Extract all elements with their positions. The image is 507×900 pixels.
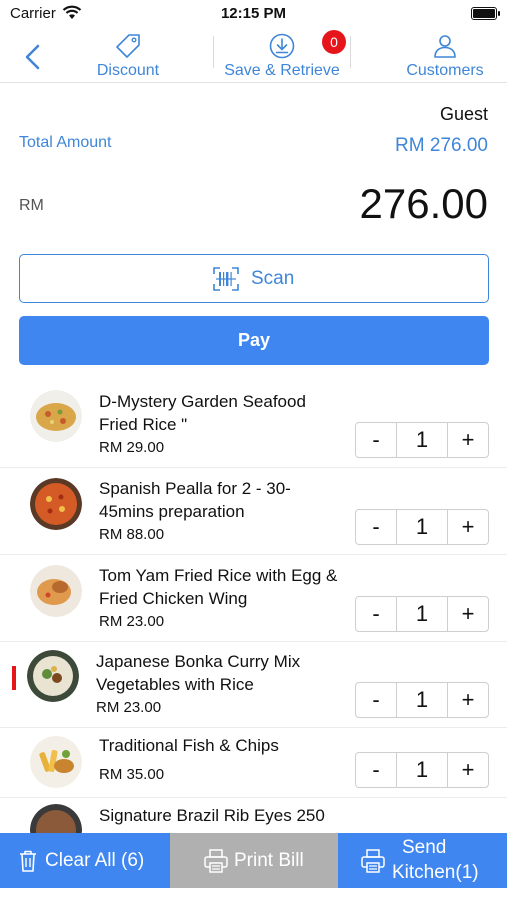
quantity-stepper[interactable]: - 1 +	[355, 509, 489, 545]
order-item[interactable]: Signature Brazil Rib Eyes 250	[0, 798, 507, 833]
currency-label: RM	[19, 197, 44, 214]
order-item[interactable]: Japanese Bonka Curry Mix Vegetables with…	[0, 642, 507, 728]
discount-label: Discount	[96, 62, 160, 79]
item-name: Japanese Bonka Curry Mix Vegetables with…	[96, 652, 301, 694]
quantity-stepper[interactable]: - 1 +	[355, 682, 489, 718]
nav-bar: Discount Save & Retrieve 0 Customers	[0, 28, 507, 83]
item-name: D-Mystery Garden Seafood Fried Rice "	[99, 392, 306, 434]
order-item[interactable]: Traditional Fish & Chips RM 35.00 - 1 +	[0, 728, 507, 798]
send-kitchen-label-line2: Kitchen(1)	[392, 862, 479, 883]
food-thumbnail	[30, 804, 82, 833]
decrease-button[interactable]: -	[356, 423, 396, 457]
person-icon	[434, 35, 456, 58]
printer-icon	[361, 849, 385, 873]
nav-divider	[213, 36, 214, 68]
quantity-value[interactable]: 1	[396, 753, 448, 787]
increase-button[interactable]: +	[448, 597, 488, 631]
order-item[interactable]: Spanish Pealla for 2 - 30-45mins prepara…	[0, 468, 507, 555]
decrease-button[interactable]: -	[356, 510, 396, 544]
item-price: RM 35.00	[99, 766, 165, 783]
decrease-button[interactable]: -	[356, 753, 396, 787]
save-retrieve-label: Save & Retrieve	[224, 62, 340, 79]
nav-divider	[350, 36, 351, 68]
total-amount-label: Total Amount	[19, 134, 112, 151]
scan-button[interactable]: Scan	[19, 254, 489, 303]
clear-all-label: Clear All (6)	[45, 850, 145, 871]
order-item-list[interactable]: D-Mystery Garden Seafood Fried Rice " RM…	[0, 380, 507, 833]
print-bill-button[interactable]: Print Bill	[170, 833, 338, 888]
decrease-button[interactable]: -	[356, 683, 396, 717]
send-kitchen-button[interactable]: Send Kitchen(1)	[338, 833, 507, 888]
clear-all-button[interactable]: Clear All (6)	[0, 833, 170, 888]
food-thumbnail	[30, 478, 82, 530]
discount-button[interactable]: Discount	[88, 32, 168, 80]
increase-button[interactable]: +	[448, 683, 488, 717]
food-thumbnail	[30, 565, 82, 617]
tag-icon	[116, 34, 140, 58]
item-price: RM 23.00	[96, 699, 162, 716]
barcode-scan-icon	[213, 267, 239, 291]
item-name: Spanish Pealla for 2 - 30-45mins prepara…	[99, 479, 291, 521]
pay-button[interactable]: Pay	[19, 316, 489, 365]
food-thumbnail	[30, 390, 82, 442]
decrease-button[interactable]: -	[356, 597, 396, 631]
clock: 12:15 PM	[220, 5, 287, 22]
quantity-value[interactable]: 1	[396, 423, 448, 457]
order-item[interactable]: D-Mystery Garden Seafood Fried Rice " RM…	[0, 380, 507, 468]
item-name: Tom Yam Fried Rice with Egg & Fried Chic…	[99, 566, 338, 608]
saved-count-badge: 0	[322, 30, 346, 54]
quantity-value[interactable]: 1	[396, 510, 448, 544]
increase-button[interactable]: +	[448, 423, 488, 457]
printer-icon	[204, 849, 228, 873]
back-chevron-icon[interactable]	[20, 42, 46, 72]
home-indicator-area	[0, 888, 507, 900]
scan-label: Scan	[251, 268, 295, 289]
quantity-stepper[interactable]: - 1 +	[355, 752, 489, 788]
quantity-stepper[interactable]: - 1 +	[355, 422, 489, 458]
quantity-value[interactable]: 1	[396, 683, 448, 717]
download-circle-icon	[269, 33, 295, 59]
quantity-value[interactable]: 1	[396, 597, 448, 631]
quantity-stepper[interactable]: - 1 +	[355, 596, 489, 632]
order-item[interactable]: Tom Yam Fried Rice with Egg & Fried Chic…	[0, 555, 507, 642]
customers-label: Customers	[406, 62, 484, 79]
selected-item-marker	[12, 666, 16, 690]
food-thumbnail	[30, 736, 82, 788]
increase-button[interactable]: +	[448, 753, 488, 787]
trash-icon	[20, 850, 36, 872]
food-thumbnail	[27, 650, 79, 702]
customer-name[interactable]: Guest	[440, 104, 488, 125]
bottom-action-bar: Clear All (6) Print Bill Send Kitchen(1)	[0, 833, 507, 888]
item-name: Traditional Fish & Chips	[99, 736, 279, 755]
status-bar: Carrier 12:15 PM	[0, 0, 507, 28]
print-bill-label: Print Bill	[234, 850, 304, 871]
send-kitchen-label-line1: Send	[402, 837, 447, 858]
payable-amount: 276.00	[359, 180, 488, 227]
customers-button[interactable]: Customers	[398, 32, 492, 80]
increase-button[interactable]: +	[448, 510, 488, 544]
item-price: RM 88.00	[99, 526, 165, 543]
battery-icon	[471, 7, 500, 20]
total-amount-value: RM 276.00	[395, 135, 488, 156]
item-price: RM 23.00	[99, 613, 165, 630]
item-price: RM 29.00	[99, 439, 165, 456]
item-name: Signature Brazil Rib Eyes 250	[99, 806, 325, 825]
